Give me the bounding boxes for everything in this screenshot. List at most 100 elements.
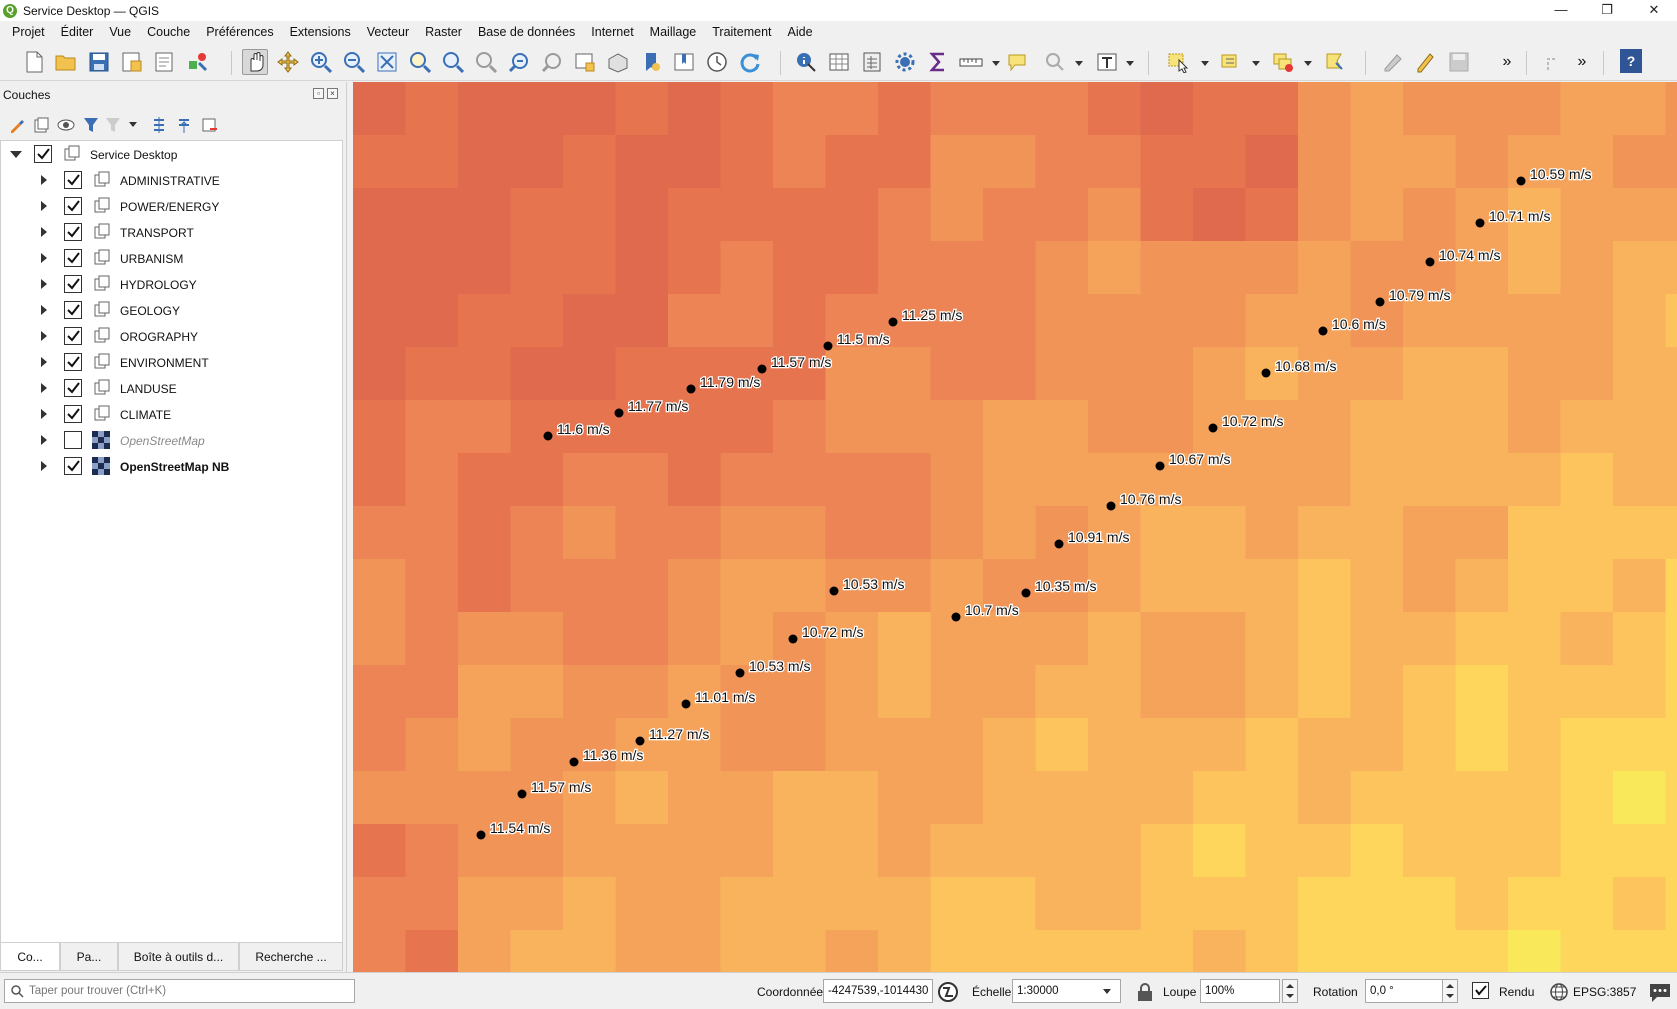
remove-layer-icon[interactable] <box>200 116 218 134</box>
expand-arrow-icon[interactable] <box>41 357 47 367</box>
layer-row-climate[interactable]: CLIMATE <box>1 402 342 426</box>
point-marker[interactable] <box>1155 461 1165 471</box>
expand-arrow-icon[interactable] <box>41 227 47 237</box>
manage-themes-icon[interactable] <box>57 116 75 134</box>
point-marker[interactable] <box>569 757 579 767</box>
new-3d-view-icon[interactable] <box>605 49 631 75</box>
point-marker[interactable] <box>1318 326 1328 336</box>
wind-point[interactable]: 10.71 m/s <box>1475 207 1552 228</box>
layer-checkbox[interactable] <box>64 275 82 293</box>
tab-boite-a-outils[interactable]: Boîte à outils d... <box>118 943 239 971</box>
deselect-dropdown-icon[interactable] <box>1304 61 1312 66</box>
new-project-icon[interactable] <box>21 49 47 75</box>
select-by-value-icon[interactable] <box>1218 49 1244 75</box>
point-marker[interactable] <box>1054 539 1064 549</box>
point-marker[interactable] <box>788 634 798 644</box>
rotation-field[interactable]: 0,0 ° <box>1365 979 1443 1003</box>
identify-features-icon[interactable] <box>793 49 819 75</box>
measure-line-icon[interactable] <box>958 49 984 75</box>
layer-row-orography[interactable]: OROGRAPHY <box>1 324 342 348</box>
current-edits-icon[interactable] <box>1380 49 1406 75</box>
layer-row-transport[interactable]: TRANSPORT <box>1 220 342 244</box>
point-marker[interactable] <box>1261 368 1271 378</box>
filter-expression-icon[interactable] <box>104 116 122 134</box>
style-manager-icon[interactable] <box>185 49 211 75</box>
lock-scale-icon[interactable] <box>1136 982 1154 1002</box>
new-bookmark-icon[interactable] <box>638 49 664 75</box>
menu-traitement[interactable]: Traitement <box>704 25 779 39</box>
collapse-all-icon[interactable] <box>175 116 193 134</box>
locator-dropdown-icon[interactable] <box>1075 61 1083 66</box>
filter-legend-icon[interactable] <box>82 116 100 134</box>
tab-couches[interactable]: Co... <box>0 943 60 971</box>
layer-row-landuse[interactable]: LANDUSE <box>1 376 342 400</box>
map-tips-icon[interactable] <box>1004 49 1030 75</box>
layer-checkbox[interactable] <box>64 301 82 319</box>
wind-point[interactable]: 10.68 m/s <box>1261 357 1338 378</box>
wind-point[interactable]: 10.67 m/s <box>1155 450 1232 471</box>
scale-combobox[interactable]: 1:30000 <box>1012 979 1121 1003</box>
toggle-extents-icon[interactable] <box>937 980 959 1004</box>
wind-point[interactable]: 10.72 m/s <box>788 623 865 644</box>
select-value-dropdown-icon[interactable] <box>1252 61 1260 66</box>
layer-row-openstreetmap[interactable]: OpenStreetMap <box>1 428 342 452</box>
field-calculator-icon[interactable] <box>859 49 885 75</box>
wind-point[interactable]: 11.01 m/s <box>681 688 757 709</box>
map-canvas[interactable]: 10.59 m/s 10.71 m/s 10.74 m/s 10.79 m/s 10.6… <box>353 82 1677 972</box>
magnifier-field[interactable]: 100% <box>1200 979 1280 1003</box>
minimize-button[interactable]: — <box>1538 0 1584 21</box>
render-checkbox[interactable] <box>1472 982 1489 999</box>
wind-point[interactable]: 11.25 m/s <box>888 306 964 327</box>
wind-point[interactable]: 10.53 m/s <box>829 575 906 596</box>
toolbar-overflow-1[interactable]: » <box>1494 49 1520 75</box>
wind-point[interactable]: 10.72 m/s <box>1208 412 1285 433</box>
wind-point[interactable]: 10.7 m/s <box>951 601 1020 622</box>
point-marker[interactable] <box>1208 423 1218 433</box>
point-marker[interactable] <box>1021 588 1031 598</box>
expand-arrow-icon[interactable] <box>41 435 47 445</box>
statistics-sigma-icon[interactable] <box>925 49 951 75</box>
toolbar-overflow-2[interactable]: » <box>1569 49 1595 75</box>
attribute-table-icon[interactable] <box>826 49 852 75</box>
wind-point[interactable]: 11.36 m/s <box>569 746 645 767</box>
wind-point[interactable]: 11.54 m/s <box>476 819 552 840</box>
point-marker[interactable] <box>1475 218 1485 228</box>
annotation-dropdown-icon[interactable] <box>1126 61 1134 66</box>
select-features-icon[interactable] <box>1166 49 1192 75</box>
crs-globe-icon[interactable] <box>1549 982 1569 1002</box>
layer-checkbox[interactable] <box>64 431 82 449</box>
zoom-next-icon[interactable] <box>539 49 565 75</box>
menu-internet[interactable]: Internet <box>583 25 641 39</box>
locator-search-input[interactable]: Taper pour trouver (Ctrl+K) <box>4 979 355 1003</box>
point-marker[interactable] <box>829 586 839 596</box>
close-panel-icon[interactable]: × <box>327 88 338 99</box>
layer-checkbox[interactable] <box>64 353 82 371</box>
wind-point[interactable]: 10.59 m/s <box>1516 165 1593 186</box>
layout-manager-icon[interactable] <box>152 49 178 75</box>
pan-map-icon[interactable] <box>242 49 268 75</box>
toggle-editing-icon[interactable] <box>1412 49 1438 75</box>
point-marker[interactable] <box>1375 297 1385 307</box>
pan-to-selection-icon[interactable] <box>275 49 301 75</box>
point-marker[interactable] <box>757 364 767 374</box>
zoom-last-icon[interactable] <box>506 49 532 75</box>
zoom-to-layer-icon[interactable] <box>440 49 466 75</box>
layer-checkbox[interactable] <box>34 145 52 163</box>
messages-icon[interactable] <box>1648 981 1672 1003</box>
wind-point[interactable]: 10.91 m/s <box>1054 528 1131 549</box>
coordinate-field[interactable]: -4247539,-1014430 <box>823 979 933 1003</box>
menu-maillage[interactable]: Maillage <box>642 25 705 39</box>
save-project-icon[interactable] <box>86 49 112 75</box>
zoom-full-icon[interactable] <box>374 49 400 75</box>
point-marker[interactable] <box>951 612 961 622</box>
point-marker[interactable] <box>681 699 691 709</box>
wind-point[interactable]: 11.6 m/s <box>543 420 611 441</box>
expand-arrow-icon[interactable] <box>41 201 47 211</box>
layer-checkbox[interactable] <box>64 379 82 397</box>
show-bookmarks-icon[interactable] <box>671 49 697 75</box>
style-panel-icon[interactable] <box>8 116 26 134</box>
filter-dropdown-icon[interactable] <box>129 122 137 127</box>
open-project-icon[interactable] <box>53 49 79 75</box>
expand-arrow-icon[interactable] <box>41 175 47 185</box>
layer-row-geology[interactable]: GEOLOGY <box>1 298 342 322</box>
